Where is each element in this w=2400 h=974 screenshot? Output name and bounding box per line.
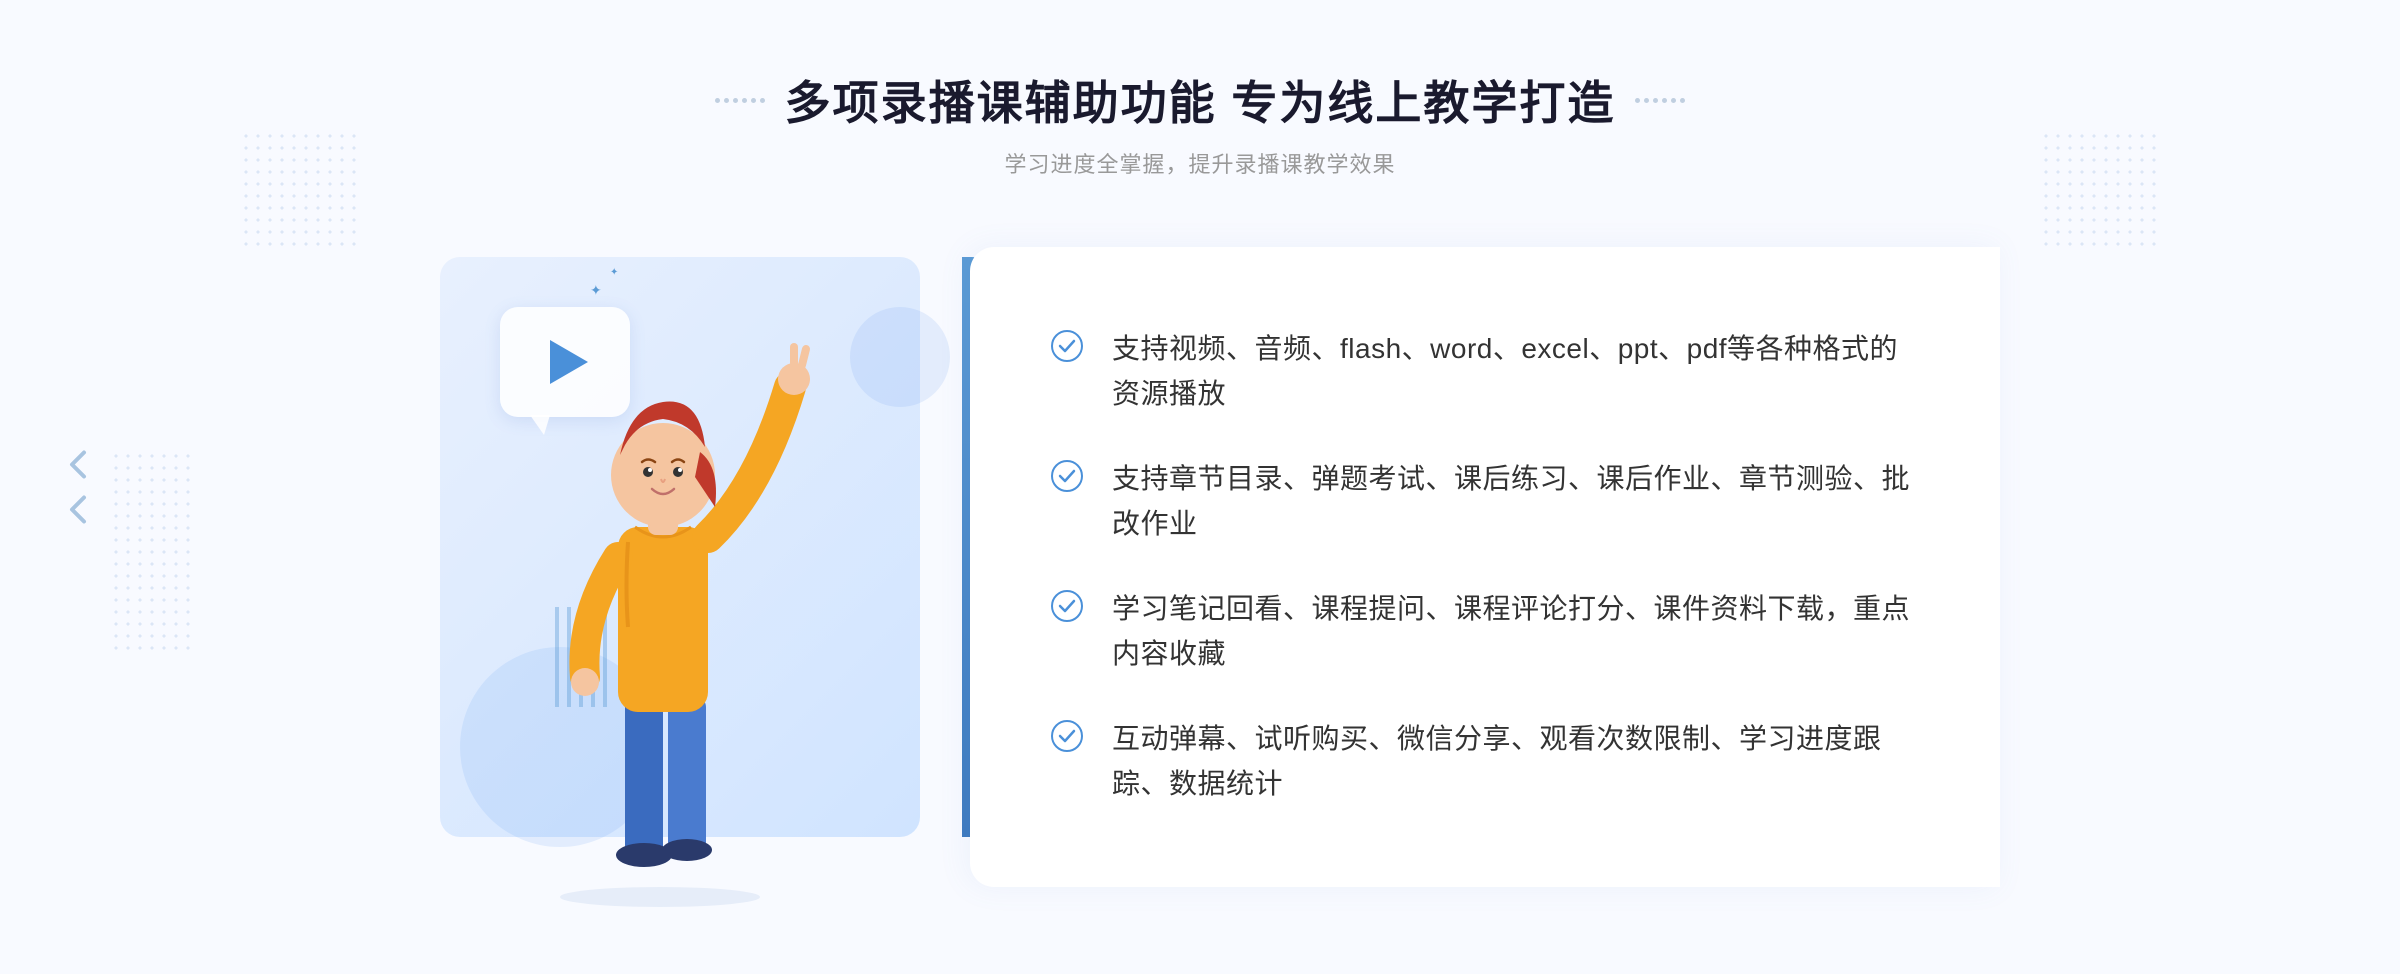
main-title: 多项录播课辅助功能 专为线上教学打造 [785,67,1616,133]
feature-item-2: 支持章节目录、弹题考试、课后练习、课后作业、章节测验、批改作业 [1050,447,1920,557]
title-decoration-right [1635,98,1685,103]
chevron-left-decoration [60,445,100,530]
title-row: 多项录播课辅助功能 专为线上教学打造 [715,67,1686,133]
person-illustration [480,307,840,907]
deco-circle-medium [850,307,950,407]
dot-decoration-mid-left [110,450,190,650]
dot-decoration-top-right [2040,130,2160,250]
page-container: 多项录播课辅助功能 专为线上教学打造 学习进度全掌握，提升录播课教学效果 ✦ ✦ [0,0,2400,974]
star-decoration-2: ✦ [610,267,618,278]
content-area: ✦ ✦ [400,227,2000,907]
feature-item-1: 支持视频、音频、flash、word、excel、ppt、pdf等各种格式的资源… [1050,317,1920,427]
feature-text-1: 支持视频、音频、flash、word、excel、ppt、pdf等各种格式的资源… [1112,327,1920,417]
feature-text-4: 互动弹幕、试听购买、微信分享、观看次数限制、学习进度跟踪、数据统计 [1112,717,1920,807]
header-section: 多项录播课辅助功能 专为线上教学打造 学习进度全掌握，提升录播课教学效果 [715,67,1686,179]
title-decoration-left [715,98,765,103]
feature-item-3: 学习笔记回看、课程提问、课程评论打分、课件资料下载，重点内容收藏 [1050,577,1920,687]
check-icon-3 [1050,589,1084,623]
check-icon-4 [1050,719,1084,753]
feature-text-3: 学习笔记回看、课程提问、课程评论打分、课件资料下载，重点内容收藏 [1112,587,1920,677]
illustration-container: ✦ ✦ [400,227,980,907]
subtitle: 学习进度全掌握，提升录播课教学效果 [715,147,1686,179]
dot-decoration-top-left [240,130,360,250]
feature-item-4: 互动弹幕、试听购买、微信分享、观看次数限制、学习进度跟踪、数据统计 [1050,707,1920,817]
check-icon-1 [1050,329,1084,363]
star-decoration-1: ✦ [590,282,602,299]
check-icon-2 [1050,459,1084,493]
features-panel: 支持视频、音频、flash、word、excel、ppt、pdf等各种格式的资源… [970,247,2000,887]
feature-text-2: 支持章节目录、弹题考试、课后练习、课后作业、章节测验、批改作业 [1112,457,1920,547]
